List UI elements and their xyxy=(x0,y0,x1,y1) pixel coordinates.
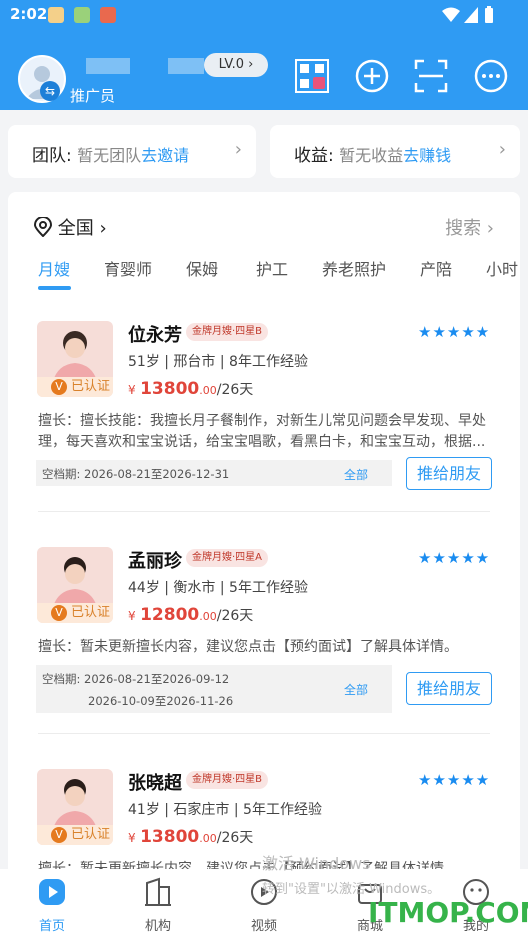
tab-chanpei[interactable]: 产陪 xyxy=(420,256,452,280)
notification-icon xyxy=(48,7,64,23)
tab-yuesao[interactable]: 月嫂 xyxy=(38,256,70,280)
availability-box: 空档期: 2026-08-21至2026-09-12 2026-10-09至20… xyxy=(36,665,392,713)
caregiver-meta: 44岁 | 衡水市 | 5年工作经验 xyxy=(128,580,308,596)
tab-yuyingshi[interactable]: 育婴师 xyxy=(104,256,152,280)
username-redacted xyxy=(86,58,130,74)
tab-hourly[interactable]: 小时 xyxy=(486,256,518,280)
divider xyxy=(38,733,490,734)
search-link[interactable]: 搜索 › xyxy=(445,214,494,240)
level-badge[interactable]: LV.0 › xyxy=(204,53,268,77)
tab-elderly-care[interactable]: 养老照护 xyxy=(322,256,386,280)
share-to-friend-button[interactable]: 推给朋友 xyxy=(406,457,492,490)
windows-activation-watermark: 激活 Windows xyxy=(262,854,371,873)
team-label: 团队: xyxy=(32,146,72,166)
nav-institution[interactable]: 机构 xyxy=(128,877,188,934)
caregiver-name: 张晓超 xyxy=(128,773,182,794)
active-tab-indicator xyxy=(38,286,71,290)
tab-baomu[interactable]: 保姆 xyxy=(186,256,218,280)
status-bar: 2:02 xyxy=(0,0,528,30)
add-icon[interactable] xyxy=(354,58,390,94)
location-pin-icon xyxy=(33,216,53,238)
availability-all-link[interactable]: 全部 xyxy=(344,681,368,698)
building-icon xyxy=(145,877,171,906)
income-earn-link[interactable]: 去赚钱 xyxy=(403,146,451,165)
switch-account-icon[interactable]: ⇆ xyxy=(40,81,60,101)
team-empty-text: 暂无团队 xyxy=(77,146,142,165)
listing-item[interactable]: V 已认证 位永芳 金牌月嫂·四星B ★★★★★ 51岁 | 邢台市 | 8年工作… xyxy=(8,321,520,521)
app-notification-icon xyxy=(100,7,116,23)
level-tag: 金牌月嫂·四星A xyxy=(186,549,269,567)
category-tabs: 月嫂 育婴师 保姆 护工 养老照护 产陪 小时 xyxy=(8,256,520,292)
tab-hugong[interactable]: 护工 xyxy=(256,256,288,280)
status-time: 2:02 xyxy=(10,5,48,23)
level-tag: 金牌月嫂·四星B xyxy=(186,771,269,789)
team-invite-link[interactable]: 去邀请 xyxy=(141,146,189,165)
photo-notification-icon xyxy=(74,7,90,23)
qr-code-icon[interactable] xyxy=(294,58,330,94)
price: ¥ 13800.00/26天 xyxy=(128,827,254,847)
wifi-icon xyxy=(442,7,460,22)
chevron-right-icon: › xyxy=(234,139,242,160)
site-watermark: ITMOP.COM xyxy=(368,896,528,929)
rating-stars: ★★★★★ xyxy=(418,549,491,567)
income-empty-text: 暂无收益 xyxy=(339,146,404,165)
level-tag: 金牌月嫂·四星B xyxy=(186,323,269,341)
rating-stars: ★★★★★ xyxy=(418,323,491,341)
income-label: 收益: xyxy=(294,146,334,166)
location-selector[interactable]: 全国 › xyxy=(33,214,107,240)
caregiver-name: 位永芳 xyxy=(128,325,182,346)
rating-stars: ★★★★★ xyxy=(418,771,491,789)
listing-panel: 全国 › 搜索 › 月嫂 育婴师 保姆 护工 养老照护 产陪 小时 V 已认证 位… xyxy=(8,192,520,882)
share-to-friend-button[interactable]: 推给朋友 xyxy=(406,672,492,705)
caregiver-name: 孟丽珍 xyxy=(128,551,182,572)
windows-activation-hint: 转到"设置"以激活 Windows。 xyxy=(262,882,441,897)
caregiver-meta: 51岁 | 邢台市 | 8年工作经验 xyxy=(128,354,308,370)
user-role: 推广员 xyxy=(70,87,116,105)
caregiver-meta: 41岁 | 石家庄市 | 5年工作经验 xyxy=(128,802,322,818)
battery-icon xyxy=(485,6,493,23)
income-card[interactable]: 收益: 暂无收益去赚钱 › xyxy=(270,125,520,178)
availability-all-link[interactable]: 全部 xyxy=(344,466,368,483)
location-region: 全国 xyxy=(57,218,94,239)
skill-description: 擅长：暂未更新擅长内容，建议您点击【预约面试】了解具体详情。 xyxy=(38,639,458,655)
chevron-right-icon: › xyxy=(498,139,506,160)
divider xyxy=(38,511,490,512)
verified-badge: V 已认证 xyxy=(37,825,113,845)
home-icon xyxy=(39,879,65,905)
signal-icon xyxy=(464,7,478,23)
listing-item[interactable]: V 已认证 孟丽珍 金牌月嫂·四星A ★★★★★ 44岁 | 衡水市 | 5年工作… xyxy=(8,547,520,747)
team-card[interactable]: 团队: 暂无团队去邀请 › xyxy=(8,125,256,178)
skill-description: 擅长：擅长技能：我擅长月子餐制作，对新生儿常见问题会早发现、早处理，每天喜欢和宝… xyxy=(38,413,486,450)
verified-badge: V 已认证 xyxy=(37,603,113,623)
price: ¥ 13800.00/26天 xyxy=(128,379,254,399)
profile-header: ⇆ LV.0 › 推广员 xyxy=(0,30,528,110)
scan-icon[interactable] xyxy=(413,58,449,94)
availability-box: 空档期: 2026-08-21至2026-12-31 全部 xyxy=(36,460,392,486)
verified-badge: V 已认证 xyxy=(37,377,113,397)
message-icon[interactable] xyxy=(473,58,509,94)
user-id-redacted xyxy=(168,58,204,74)
nav-home[interactable]: 首页 xyxy=(22,877,82,934)
price: ¥ 12800.00/26天 xyxy=(128,605,254,625)
